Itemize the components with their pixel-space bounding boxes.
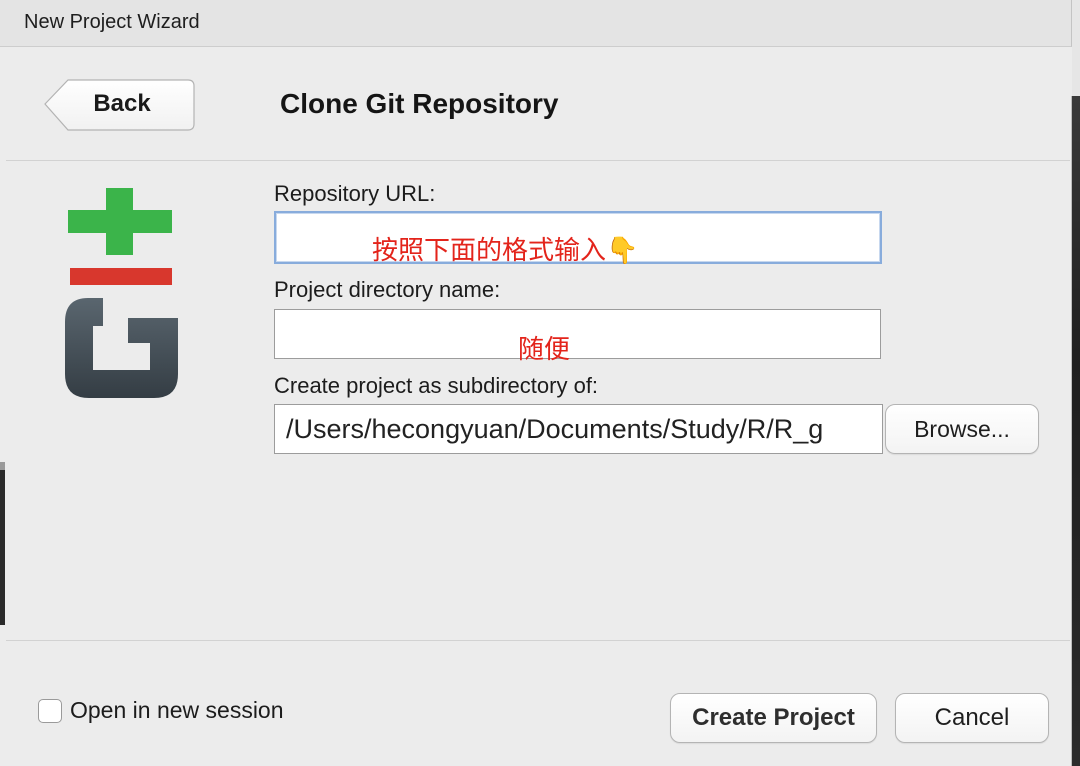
window-title-bar[interactable]: New Project Wizard (0, 0, 1072, 47)
browse-button[interactable]: Browse... (885, 404, 1039, 454)
background-window-strip-left (0, 470, 5, 625)
subdirectory-label: Create project as subdirectory of: (274, 373, 599, 398)
background-window-strip (1071, 96, 1080, 766)
subdirectory-input[interactable] (274, 404, 883, 454)
project-dir-name-input[interactable] (274, 309, 881, 359)
open-new-session-label[interactable]: Open in new session (70, 697, 284, 724)
window-title: New Project Wizard (24, 11, 200, 33)
open-new-session-checkbox[interactable] (38, 699, 62, 723)
git-plus-icon (68, 188, 172, 255)
cancel-button[interactable]: Cancel (895, 693, 1049, 743)
header-divider (6, 160, 1070, 161)
back-button[interactable]: Back (43, 78, 197, 132)
git-logo-icon (60, 180, 185, 405)
footer-divider (6, 640, 1070, 641)
create-project-button[interactable]: Create Project (670, 693, 877, 743)
project-dir-name-label: Project directory name: (274, 277, 501, 302)
window-edge-top-right (1072, 0, 1080, 96)
back-button-label: Back (93, 90, 151, 117)
page-title: Clone Git Repository (280, 88, 559, 119)
git-g-icon (65, 298, 178, 398)
repo-url-label: Repository URL: (274, 181, 436, 206)
git-bar-icon (70, 268, 172, 285)
repo-url-input[interactable] (274, 211, 882, 264)
